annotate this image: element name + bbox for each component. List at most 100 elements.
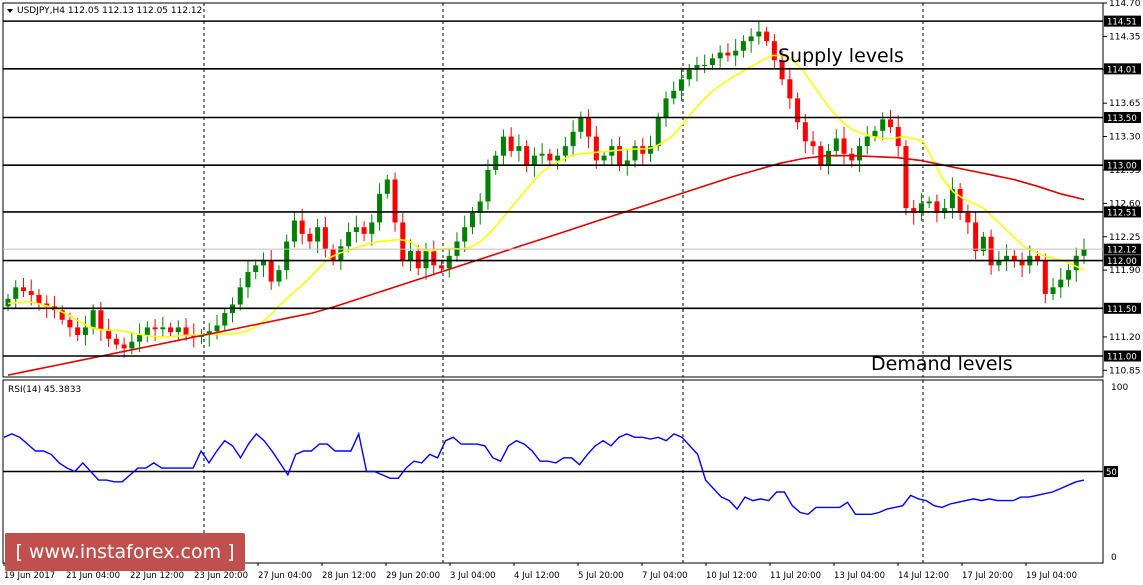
x-tick-label-5: 28 Jun 12:00 (322, 571, 376, 581)
candle-body-55 (431, 251, 437, 266)
supply-levels-annotation: Supply levels (778, 45, 904, 67)
level-label-1: 114.01 (1107, 65, 1137, 75)
candle-body-2 (20, 287, 26, 292)
candle-body-37 (291, 220, 297, 242)
candle-body-47 (369, 222, 375, 234)
price-tick-label-10: 110.85 (1109, 366, 1141, 376)
candle-body-79 (617, 146, 623, 166)
candle-body-139 (1081, 249, 1087, 256)
candle-body-136 (1058, 279, 1064, 288)
candle-body-137 (1066, 270, 1072, 280)
chart-header: USDJPY,H4 112.05 112.13 112.05 112.12 (17, 6, 202, 16)
candle-body-17 (137, 335, 143, 342)
watermark-text: [ www.instaforex.com ] (15, 541, 235, 563)
candle-body-101 (787, 79, 793, 99)
candle-body-16 (129, 341, 135, 349)
candle-body-21 (168, 327, 174, 333)
candle-body-75 (586, 117, 592, 137)
candle-body-46 (361, 227, 367, 234)
rsi-label: RSI(14) 45.3833 (8, 385, 81, 395)
candle-body-44 (346, 231, 352, 247)
candle-body-103 (802, 122, 808, 142)
candle-body-73 (570, 131, 576, 147)
candle-body-56 (438, 265, 445, 269)
candle-body-34 (268, 260, 274, 282)
candle-body-91 (709, 58, 715, 66)
level-label-7: 111.00 (1107, 353, 1137, 363)
candle-body-19 (152, 327, 158, 330)
candle-body-88 (686, 69, 692, 80)
x-tick-label-9: 5 Jul 20:00 (578, 571, 624, 581)
candle-body-69 (539, 153, 545, 156)
x-tick-label-16: 19 Jul 04:00 (1026, 571, 1077, 581)
candle-body-59 (462, 227, 468, 242)
x-tick-label-0: 19 Jun 2017 (4, 571, 55, 581)
candle-body-70 (547, 153, 553, 161)
candle-body-114 (887, 119, 893, 128)
candle-body-11 (90, 310, 96, 328)
price-tick-label-4: 113.30 (1109, 133, 1141, 143)
price-panel-frame (2, 2, 1104, 378)
candle-body-67 (524, 146, 530, 166)
candle-body-113 (880, 119, 886, 131)
candle-body-76 (593, 136, 599, 161)
x-tick-label-8: 4 Jul 12:00 (514, 571, 560, 581)
candle-body-40 (315, 227, 321, 242)
candle-body-104 (810, 141, 816, 147)
candle-body-77 (601, 155, 607, 161)
candle-body-84 (655, 117, 661, 147)
candle-body-72 (562, 146, 568, 156)
candle-body-22 (175, 327, 181, 333)
level-label-4: 112.51 (1107, 208, 1137, 218)
x-tick-label-15: 17 Jul 20:00 (962, 571, 1013, 581)
candle-body-96 (748, 36, 754, 42)
candle-body-39 (307, 233, 313, 242)
candle-body-38 (299, 220, 305, 234)
candle-body-32 (253, 265, 259, 273)
x-tick-label-2: 22 Jun 12:00 (130, 571, 184, 581)
candle-body-30 (237, 287, 243, 305)
candle-body-107 (833, 138, 839, 151)
candle-body-10 (82, 327, 88, 336)
candle-body-18 (144, 327, 150, 336)
candle-body-62 (485, 169, 491, 202)
candle-body-35 (276, 270, 282, 282)
candle-body-49 (384, 179, 390, 194)
candle-body-15 (121, 344, 127, 349)
price-tick-label-8: 111.90 (1109, 266, 1141, 276)
level-label-0: 114.51 (1107, 18, 1137, 28)
x-tick-label-7: 3 Jul 04:00 (450, 571, 496, 581)
candle-body-106 (826, 150, 832, 166)
candle-body-4 (36, 294, 42, 304)
candle-body-50 (392, 179, 398, 223)
candle-body-54 (423, 251, 429, 269)
candle-body-125 (973, 222, 979, 252)
candle-body-112 (872, 130, 878, 137)
level-label-3: 113.00 (1107, 162, 1137, 172)
candle-body-28 (222, 313, 228, 326)
level-label-6: 111.50 (1107, 305, 1137, 315)
candle-body-65 (508, 136, 514, 151)
usdjpy-chart: 114.70114.35114.00113.65113.30112.95112.… (2, 0, 1141, 581)
candle-body-108 (841, 138, 847, 154)
candle-body-109 (849, 153, 855, 161)
x-tick-label-12: 11 Jul 20:00 (770, 571, 821, 581)
candle-body-134 (1042, 260, 1048, 294)
candle-body-86 (671, 90, 677, 99)
candle-body-93 (725, 52, 731, 56)
candle-body-94 (733, 50, 739, 56)
candle-body-20 (160, 327, 166, 330)
candle-body-41 (322, 227, 328, 250)
candle-body-64 (500, 136, 506, 156)
candle-body-123 (957, 189, 963, 213)
candle-body-1 (13, 287, 19, 299)
candle-body-85 (663, 98, 669, 118)
candle-body-53 (415, 251, 421, 269)
candle-body-68 (531, 155, 537, 166)
candle-body-45 (353, 227, 359, 232)
candle-body-124 (965, 212, 971, 223)
candle-body-111 (864, 136, 870, 147)
candle-body-3 (28, 291, 34, 295)
x-tick-label-13: 13 Jul 04:00 (834, 571, 885, 581)
candle-body-51 (400, 222, 406, 261)
